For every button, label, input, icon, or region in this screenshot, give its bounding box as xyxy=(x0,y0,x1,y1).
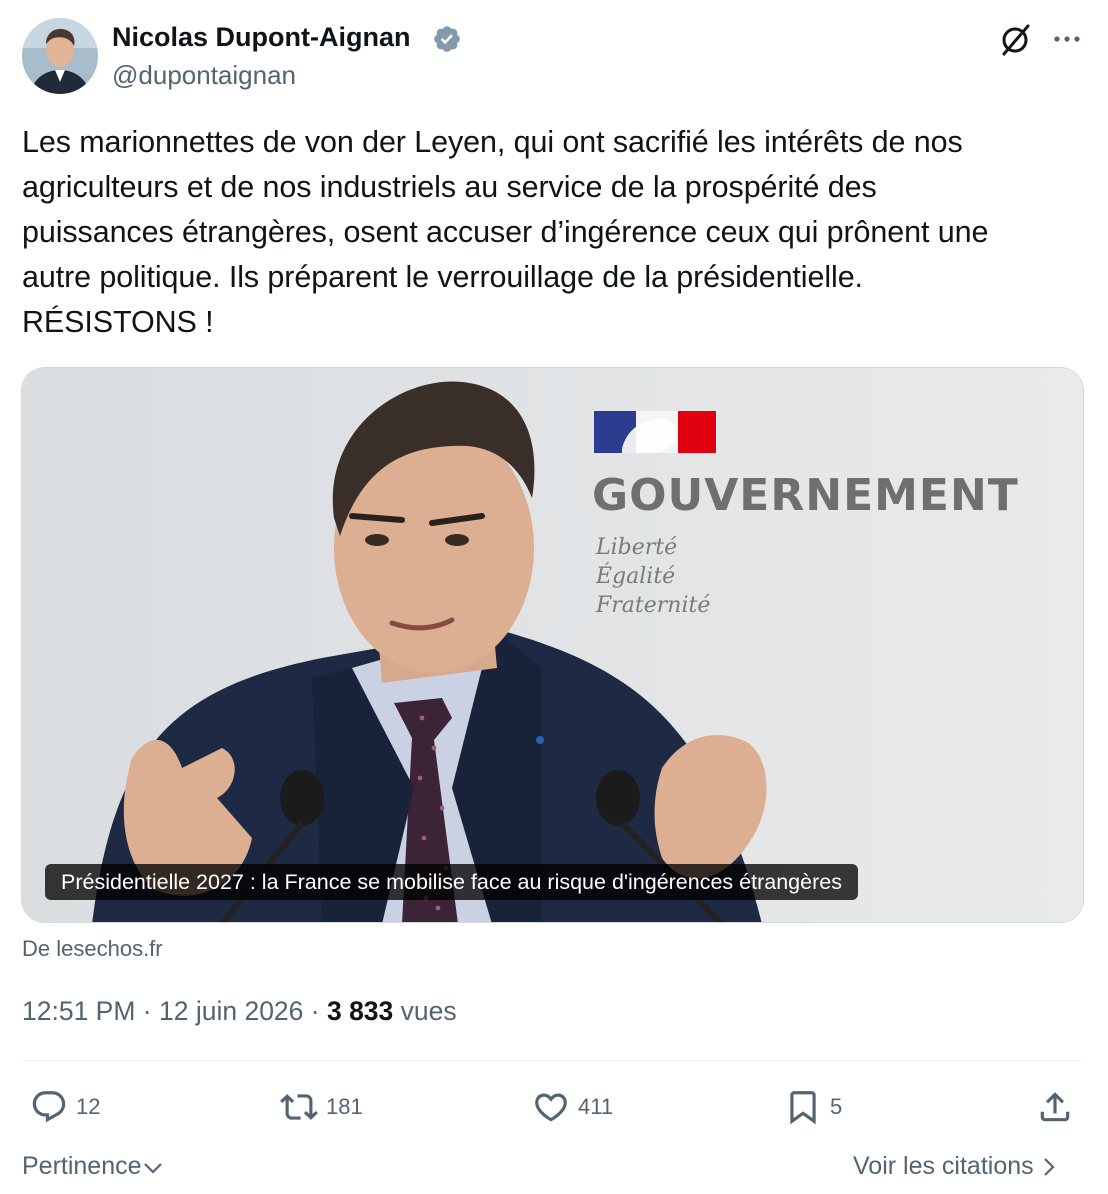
grok-icon[interactable] xyxy=(996,22,1034,56)
author-name[interactable]: Nicolas Dupont-Aignan xyxy=(112,20,411,54)
divider xyxy=(22,1060,1084,1061)
tweet-line: Les marionnettes de von der Leyen, qui o… xyxy=(22,125,963,159)
bookmark-count: 5 xyxy=(830,1094,843,1119)
repost-icon xyxy=(280,1094,318,1120)
tweet-line: autre politique. Ils préparent le verrou… xyxy=(22,260,863,294)
tweet-meta: 12:51 PM · 12 juin 2026 · 3 833 vues xyxy=(22,994,457,1028)
card-source[interactable]: De lesechos.fr xyxy=(22,935,163,963)
tweet-line: agriculteurs et de nos industriels au se… xyxy=(22,170,877,204)
views-count: 3 833 xyxy=(326,996,394,1026)
share-icon xyxy=(1040,1092,1070,1122)
reply-button[interactable]: 12 xyxy=(30,1086,100,1128)
card-caption: Présidentielle 2027 : la France se mobil… xyxy=(45,864,858,900)
meta-separator: · xyxy=(303,996,327,1026)
view-quotes-link[interactable]: Voir les citations xyxy=(853,1150,1057,1182)
reply-icon xyxy=(32,1091,66,1123)
bookmark-icon xyxy=(790,1091,816,1125)
like-icon xyxy=(535,1093,567,1122)
sign-motto-1: Liberté xyxy=(595,535,677,560)
link-card[interactable]: GOUVERNEMENT Liberté Égalité Fraternité xyxy=(21,367,1084,923)
tweet-date[interactable]: 12 juin 2026 xyxy=(159,996,303,1026)
views-label: vues xyxy=(400,996,457,1026)
chevron-down-icon xyxy=(143,1163,162,1174)
verified-badge-icon[interactable] xyxy=(432,24,462,54)
tweet-text: Les marionnettes de von der Leyen, qui o… xyxy=(22,120,1092,345)
chevron-right-icon xyxy=(1043,1158,1055,1176)
quotes-label: Voir les citations xyxy=(853,1152,1034,1180)
tweet-line: puissances étrangères, osent accuser d’i… xyxy=(22,215,989,249)
meta-separator: · xyxy=(135,996,159,1026)
card-photo: GOUVERNEMENT Liberté Égalité Fraternité xyxy=(22,368,1083,922)
author-avatar[interactable] xyxy=(22,18,98,94)
like-count: 411 xyxy=(578,1094,614,1119)
more-icon[interactable] xyxy=(1050,22,1084,56)
tweet-line: RÉSISTONS ! xyxy=(22,305,214,339)
sign-motto-3: Fraternité xyxy=(595,593,710,618)
like-button[interactable]: 411 xyxy=(532,1086,613,1128)
sort-label: Pertinence xyxy=(22,1152,142,1180)
sort-dropdown[interactable]: Pertinence xyxy=(22,1150,164,1182)
sign-motto-2: Égalité xyxy=(595,562,675,589)
reply-count: 12 xyxy=(76,1094,101,1119)
tweet-time[interactable]: 12:51 PM xyxy=(22,996,135,1026)
author-handle[interactable]: @dupontaignan xyxy=(112,59,296,91)
sign-title: GOUVERNEMENT xyxy=(592,470,1019,521)
repost-button[interactable]: 181 xyxy=(280,1086,363,1128)
repost-count: 181 xyxy=(326,1094,363,1119)
bookmark-button[interactable]: 5 xyxy=(784,1086,842,1128)
share-button[interactable] xyxy=(1036,1086,1082,1128)
